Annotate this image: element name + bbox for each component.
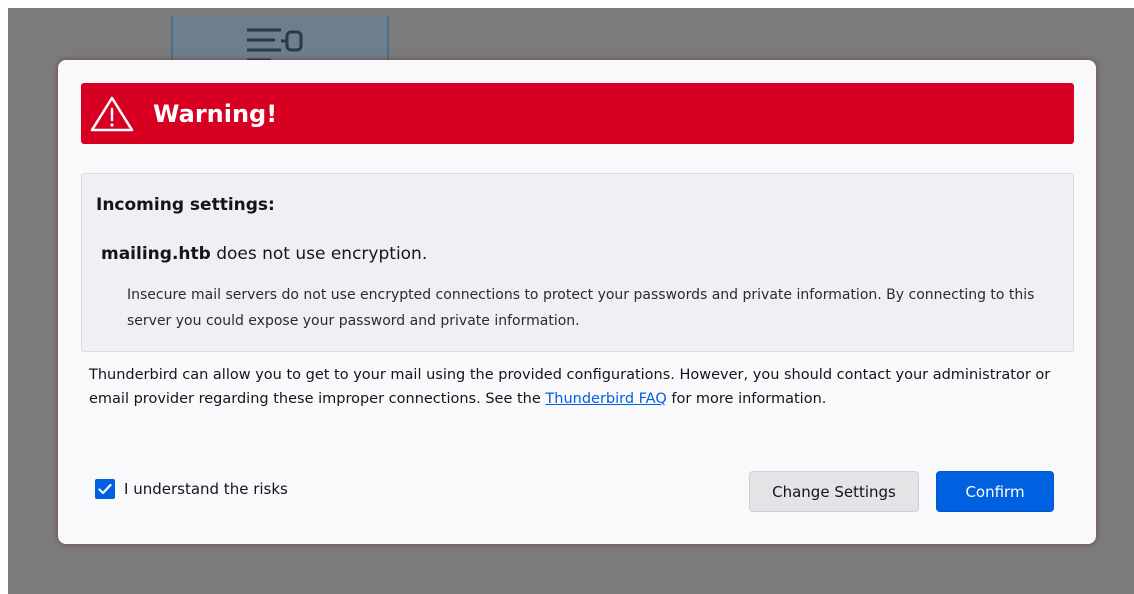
encryption-note: does not use encryption. bbox=[210, 244, 428, 264]
info-text-end: for more information. bbox=[666, 391, 827, 407]
thunderbird-faq-link[interactable]: Thunderbird FAQ bbox=[545, 391, 666, 407]
warning-triangle-icon bbox=[90, 96, 134, 131]
warning-title: Warning! bbox=[153, 99, 278, 128]
checkmark-icon bbox=[98, 483, 112, 495]
understand-risks-label: I understand the risks bbox=[124, 480, 288, 498]
insecure-connection-dialog: Warning! Incoming settings: mailing.htb … bbox=[58, 60, 1096, 544]
change-settings-button[interactable]: Change Settings bbox=[749, 471, 919, 512]
understand-risks-checkbox[interactable] bbox=[95, 479, 115, 499]
encryption-status-line: mailing.htb does not use encryption. bbox=[101, 244, 427, 264]
confirm-button[interactable]: Confirm bbox=[936, 471, 1054, 512]
understand-risks-row[interactable]: I understand the risks bbox=[95, 479, 288, 499]
incoming-settings-heading: Incoming settings: bbox=[96, 195, 275, 215]
info-paragraph: Thunderbird can allow you to get to your… bbox=[89, 363, 1069, 411]
insecure-server-description: Insecure mail servers do not use encrypt… bbox=[127, 287, 1035, 329]
server-hostname: mailing.htb bbox=[101, 244, 211, 264]
incoming-settings-panel: Incoming settings: mailing.htb does not … bbox=[81, 173, 1074, 352]
warning-banner: Warning! bbox=[81, 83, 1074, 144]
